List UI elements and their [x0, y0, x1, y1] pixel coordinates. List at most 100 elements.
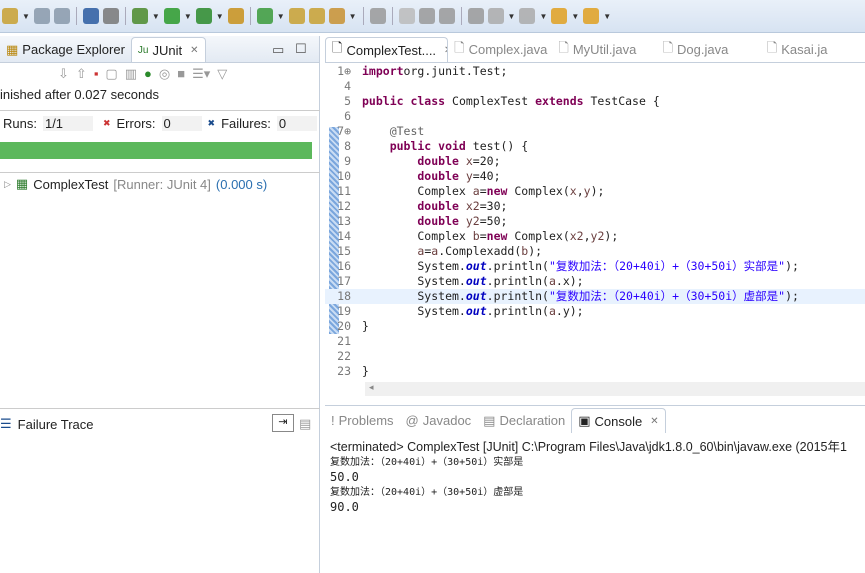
- tab-package-explorer[interactable]: ▦ Package Explorer: [0, 37, 131, 62]
- run-icon[interactable]: [163, 8, 180, 24]
- dropdown-arrow-icon[interactable]: ▼: [603, 12, 611, 21]
- code-editor[interactable]: 1⊕ importorg.junit.Test; 4 5 public class Co…: [325, 64, 865, 379]
- expand-icon[interactable]: ▷: [4, 179, 11, 190]
- code-token: new: [486, 184, 508, 198]
- back-icon[interactable]: [551, 8, 568, 24]
- dropdown-arrow-icon[interactable]: ▼: [277, 12, 285, 21]
- line-number: 19: [337, 304, 351, 318]
- layout-icon[interactable]: ☰▾: [192, 66, 210, 82]
- tab-editor-0[interactable]: 🗋ComplexTest....✕: [325, 37, 449, 62]
- rerun-failed-icon[interactable]: ◎: [159, 66, 170, 82]
- line-number: 18: [337, 289, 351, 303]
- show-whitespace-icon[interactable]: [467, 8, 484, 24]
- code-line: 1⊕ importorg.junit.Test;: [325, 64, 865, 79]
- code-token: y: [458, 169, 473, 183]
- coverage-icon[interactable]: [195, 8, 212, 24]
- line-text: [355, 334, 362, 349]
- dropdown-arrow-icon[interactable]: ▼: [571, 12, 579, 21]
- block-selection-icon[interactable]: [438, 8, 455, 24]
- skip-breakpoints-icon[interactable]: [102, 8, 119, 24]
- horizontal-scrollbar[interactable]: ◂: [365, 382, 865, 396]
- history-icon[interactable]: ▥: [125, 66, 137, 82]
- dropdown-arrow-icon[interactable]: ▼: [22, 12, 30, 21]
- prev-failure-icon[interactable]: ⇧: [76, 66, 87, 82]
- line-text: [355, 109, 362, 124]
- open-type-icon[interactable]: [288, 8, 305, 24]
- dropdown-arrow-icon[interactable]: ▼: [539, 12, 547, 21]
- tab-declaration[interactable]: ▤ Declaration: [477, 408, 571, 433]
- compare-button[interactable]: ▤: [299, 416, 311, 432]
- tab-javadoc[interactable]: @ Javadoc: [400, 408, 478, 433]
- dropdown-arrow-icon[interactable]: ▼: [508, 12, 516, 21]
- line-number: 13: [337, 214, 351, 228]
- tab-editor-4[interactable]: 🗋 Kasai.ja: [761, 37, 865, 62]
- console-output[interactable]: 复数加法：（20+40i）+（30+50i）实部是 50.0 复数加法：（20+40…: [325, 455, 865, 515]
- junit-toolbar: ⇩ ⇧ ▪ ▢ ▥ ● ◎ ■ ☰▾ ▽: [58, 66, 227, 82]
- code-line: 10 double y=40;: [325, 169, 865, 184]
- java-file-icon: 🗋: [558, 39, 569, 55]
- stop-icon[interactable]: ■: [177, 66, 185, 82]
- rerun-icon[interactable]: ●: [144, 66, 152, 82]
- view-menu-icon[interactable]: ▽: [217, 66, 227, 82]
- console-icon: ▣: [578, 413, 591, 428]
- code-token: double: [362, 214, 459, 228]
- toolbar-separator: [124, 7, 126, 25]
- code-token: TestCase {: [583, 94, 660, 108]
- code-token: org.junit.Test;: [403, 64, 508, 78]
- failure-trace-header: ☰ Failure Trace: [0, 416, 94, 432]
- tool-icon[interactable]: [328, 8, 345, 24]
- code-line: 6: [325, 109, 865, 124]
- new-icon[interactable]: [2, 8, 18, 24]
- tab-junit[interactable]: Ju JUnit ✕: [130, 37, 206, 62]
- filter-stack-button[interactable]: ⇥: [272, 414, 294, 432]
- console-line: 复数加法：（20+40i）+（30+50i）虚部是: [330, 487, 524, 498]
- open-folder-icon[interactable]: [308, 8, 325, 24]
- code-line: 19 System.out.println(a.y);: [325, 304, 865, 319]
- code-token: =: [479, 184, 487, 198]
- dropdown-arrow-icon[interactable]: ▼: [349, 12, 357, 21]
- save-icon[interactable]: [33, 8, 50, 24]
- tab-editor-1[interactable]: 🗋 Complex.java: [448, 37, 552, 62]
- line-number: 21: [337, 334, 351, 348]
- toolbar-separator: [391, 7, 393, 25]
- tab-label: Dog.java: [677, 42, 729, 57]
- tab-editor-2[interactable]: 🗋 MyUtil.java: [552, 37, 656, 62]
- pin-icon[interactable]: [369, 8, 386, 24]
- scroll-lock-icon[interactable]: ▢: [105, 66, 117, 82]
- code-token: }: [362, 319, 369, 333]
- code-line: 13 double y2=50;: [325, 214, 865, 229]
- save-all-icon[interactable]: [53, 8, 70, 24]
- code-line: 23}: [325, 364, 865, 379]
- code-token: .Complexadd(: [438, 244, 522, 258]
- line-text: [355, 79, 362, 94]
- dropdown-arrow-icon[interactable]: ▼: [184, 12, 192, 21]
- code-line: 22: [325, 349, 865, 364]
- new-package-icon[interactable]: [227, 8, 244, 24]
- search-icon[interactable]: [398, 8, 415, 24]
- next-annotation-icon[interactable]: [487, 8, 504, 24]
- forward-icon[interactable]: [583, 8, 600, 24]
- line-number: 4: [344, 79, 351, 93]
- code-line: 9 double x=20;: [325, 154, 865, 169]
- test-tree-item[interactable]: ▷ ▦ ComplexTest [Runner: JUnit 4] (0.000…: [4, 176, 267, 192]
- tab-editor-3[interactable]: 🗋 Dog.java: [657, 37, 761, 62]
- code-line: 20}: [325, 319, 865, 334]
- refresh-icon[interactable]: [256, 8, 273, 24]
- code-token: out: [465, 274, 487, 288]
- minimize-button[interactable]: ▭: [272, 42, 284, 58]
- dropdown-arrow-icon[interactable]: ▼: [152, 12, 160, 21]
- show-failures-only-icon[interactable]: ▪: [94, 66, 99, 82]
- code-token: Complex(: [507, 184, 570, 198]
- tab-problems[interactable]: ! Problems: [325, 408, 400, 433]
- maximize-button[interactable]: ☐: [295, 41, 307, 57]
- mark-occurrences-icon[interactable]: [418, 8, 435, 24]
- tab-console[interactable]: ▣ Console ✕: [571, 408, 666, 433]
- next-failure-icon[interactable]: ⇩: [58, 66, 69, 82]
- dropdown-arrow-icon[interactable]: ▼: [216, 12, 224, 21]
- debug-icon[interactable]: [131, 8, 148, 24]
- console-icon[interactable]: [82, 8, 99, 24]
- prev-annotation-icon[interactable]: [519, 8, 536, 24]
- code-token: b: [472, 229, 480, 243]
- close-icon[interactable]: ✕: [650, 416, 658, 427]
- close-icon[interactable]: ✕: [190, 45, 198, 56]
